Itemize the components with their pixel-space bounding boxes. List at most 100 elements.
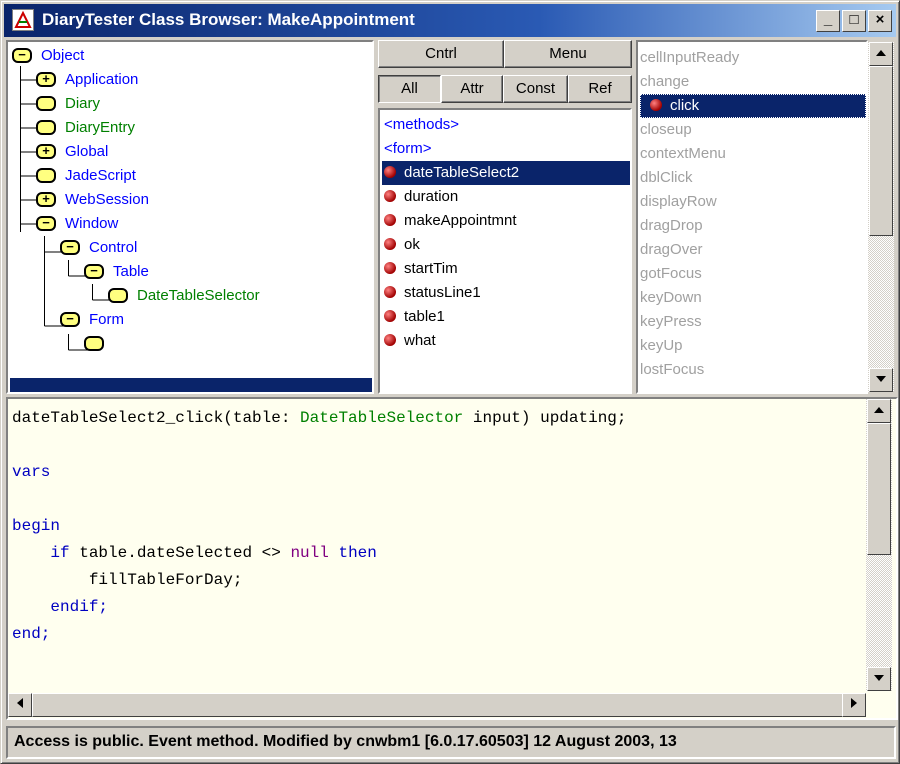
feature-item[interactable]: statusLine1 [384, 281, 481, 305]
arrow-down-icon [874, 675, 884, 681]
tree-item-label: Window [65, 215, 119, 232]
collapse-icon[interactable]: − [60, 312, 80, 327]
event-item[interactable]: cellInputReady [640, 46, 739, 70]
feature-item[interactable]: ok [384, 233, 420, 257]
event-item[interactable]: contextMenu [640, 142, 726, 166]
event-item[interactable]: click [650, 94, 699, 118]
menu-button[interactable]: Menu [504, 40, 632, 68]
leaf-icon [36, 96, 56, 111]
code-text[interactable]: dateTableSelect2_click(table: DateTableS… [12, 405, 627, 648]
scroll-right-button[interactable] [842, 693, 866, 717]
feature-item[interactable]: what [384, 329, 436, 353]
leaf-icon [36, 120, 56, 135]
tree-item-label: Global [65, 143, 109, 160]
method-bullet-icon [384, 334, 396, 346]
tree-item-label: Application [65, 71, 139, 88]
editor-vertical-scrollbar[interactable] [866, 399, 892, 691]
leaf-icon [108, 288, 128, 303]
code-condition: table.dateSelected <> [69, 544, 291, 562]
event-item[interactable]: gotFocus [640, 262, 702, 286]
event-item[interactable]: displayRow [640, 190, 717, 214]
expand-icon[interactable]: + [36, 192, 56, 207]
tree-selection-highlight [10, 378, 372, 392]
code-signature-end: input) updating; [463, 409, 627, 427]
event-item[interactable]: keyUp [640, 334, 683, 358]
tree-item-label: DiaryEntry [65, 119, 136, 136]
feature-item[interactable]: dateTableSelect2 [384, 161, 519, 185]
close-button[interactable]: × [868, 10, 892, 32]
app-icon[interactable] [12, 9, 34, 31]
editor-scroll-down-button[interactable] [867, 667, 891, 691]
event-item-label: keyDown [640, 289, 702, 306]
tree-item-label: Object [41, 47, 85, 64]
methods-header[interactable]: <methods> [384, 113, 459, 137]
event-item[interactable]: dragDrop [640, 214, 703, 238]
minimize-button[interactable]: _ [816, 10, 840, 32]
code-null: null [290, 544, 329, 562]
title-bar[interactable]: DiaryTester Class Browser: MakeAppointme… [4, 4, 896, 37]
feature-list[interactable]: <methods> <form> dateTableSelect2 duratio… [378, 108, 632, 394]
code-signature: dateTableSelect2_click(table: [12, 409, 301, 427]
menu-label: Menu [549, 45, 587, 62]
editor-vscroll-thumb[interactable] [867, 423, 891, 555]
form-header[interactable]: <form> [384, 137, 432, 161]
tree-item-label: DateTableSelector [137, 287, 260, 304]
feature-item[interactable]: startTim [384, 257, 458, 281]
editor-horizontal-scrollbar[interactable] [8, 693, 866, 717]
collapse-icon[interactable]: − [36, 216, 56, 231]
event-item-label: change [640, 73, 690, 90]
editor-hscroll-thumb[interactable] [32, 693, 850, 717]
code-begin: begin [12, 517, 61, 535]
class-tree[interactable]: − Object + Application Diary DiaryEntry + Globa… [6, 40, 374, 394]
code-then: then [338, 544, 377, 562]
event-item[interactable]: dragOver [640, 238, 703, 262]
scroll-thumb[interactable] [869, 66, 893, 236]
scroll-down-button[interactable] [869, 368, 893, 392]
close-icon: × [875, 11, 885, 28]
arrow-left-icon [17, 698, 23, 708]
event-item-label: keyUp [640, 337, 683, 354]
arrow-right-icon [851, 698, 857, 708]
all-button[interactable]: All [378, 75, 441, 103]
event-item-label: cellInputReady [640, 49, 740, 66]
code-call: fillTableForDay; [12, 571, 243, 589]
code-class-name: DateTableSelector [300, 409, 464, 427]
cntrl-label: Cntrl [425, 45, 457, 62]
event-list-scrollbar[interactable] [868, 42, 894, 392]
feature-item[interactable]: duration [384, 185, 458, 209]
arrow-up-icon [876, 50, 886, 56]
feature-item-label: dateTableSelect2 [404, 164, 520, 181]
collapse-icon[interactable]: − [12, 48, 32, 63]
editor-scroll-up-button[interactable] [867, 399, 891, 423]
event-item[interactable]: change [640, 70, 689, 94]
event-item[interactable]: dblClick [640, 166, 693, 190]
feature-item-label: statusLine1 [404, 284, 481, 301]
const-button[interactable]: Const [503, 75, 568, 103]
scroll-up-button[interactable] [869, 42, 893, 66]
attr-button[interactable]: Attr [441, 75, 503, 103]
cntrl-button[interactable]: Cntrl [378, 40, 504, 68]
status-bar: Access is public. Event method. Modified… [6, 726, 896, 759]
method-bullet-icon [384, 262, 396, 274]
leaf-icon [36, 168, 56, 183]
method-bullet-icon [384, 286, 396, 298]
maximize-button[interactable]: □ [842, 10, 866, 32]
feature-item[interactable]: table1 [384, 305, 445, 329]
ref-button[interactable]: Ref [568, 75, 632, 103]
event-item[interactable]: lostFocus [640, 358, 704, 382]
expand-icon[interactable]: + [36, 144, 56, 159]
feature-item[interactable]: makeAppointmnt [384, 209, 517, 233]
collapse-icon[interactable]: − [60, 240, 80, 255]
method-editor[interactable]: dateTableSelect2_click(table: DateTableS… [6, 397, 898, 720]
collapse-icon[interactable]: − [84, 264, 104, 279]
feature-item-label: table1 [404, 308, 445, 325]
method-bullet-icon [650, 99, 662, 111]
expand-icon[interactable]: + [36, 72, 56, 87]
event-item[interactable]: closeup [640, 118, 692, 142]
code-if: if [50, 544, 70, 562]
scroll-left-button[interactable] [8, 693, 32, 717]
event-list[interactable]: cellInputReady change click closeup contextM… [636, 40, 868, 394]
minimize-icon: _ [823, 11, 833, 28]
event-item[interactable]: keyDown [640, 286, 702, 310]
event-item[interactable]: keyPress [640, 310, 702, 334]
